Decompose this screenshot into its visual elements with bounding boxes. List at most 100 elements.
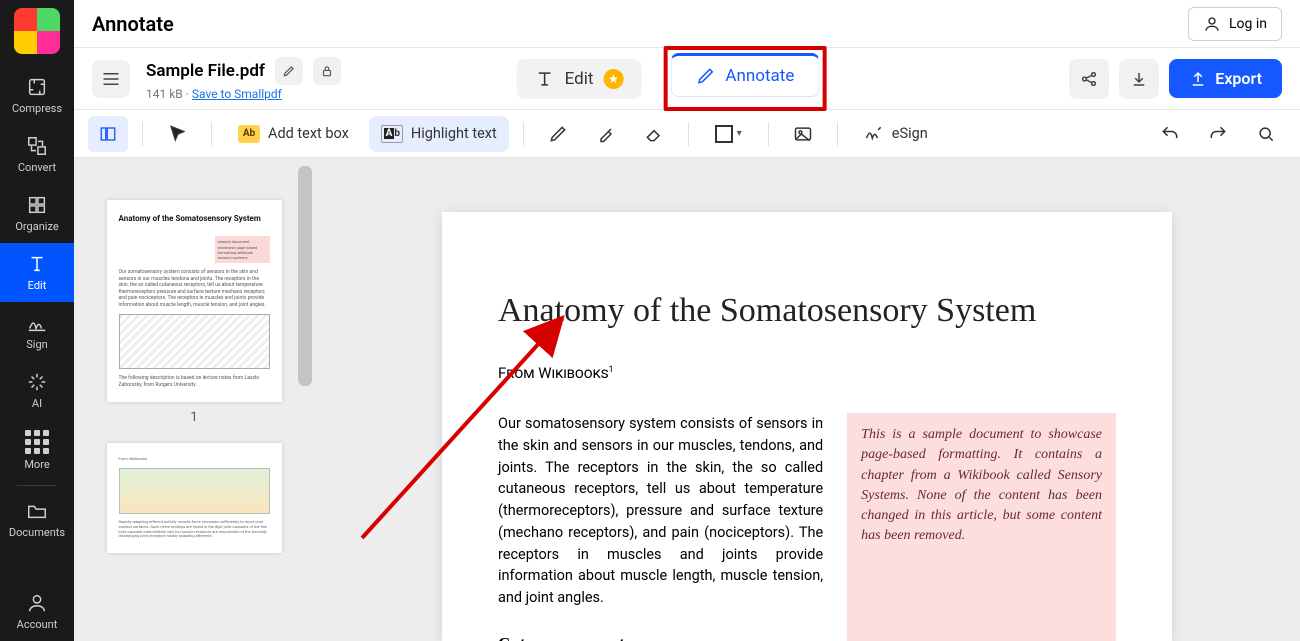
select-tool[interactable] [157,116,197,152]
sidebar-label: Organize [15,220,58,233]
workspace: Anatomy of the Somatosensory System samp… [74,158,1300,641]
highlight-label: Highlight text [411,125,497,142]
tab-annotate[interactable]: Annotate [670,53,819,97]
add-text-tool[interactable]: Ab Add text box [226,116,361,152]
export-icon [1189,70,1207,88]
highlight-tool[interactable]: Ab Highlight text [369,116,509,152]
header-actions: Export [1069,59,1282,99]
premium-star-icon: ★ [603,69,623,89]
doc-side-note: This is a sample document to showcase pa… [847,413,1116,641]
page-thumbnail-1[interactable]: Anatomy of the Somatosensory System samp… [107,200,282,402]
search-icon [1256,124,1276,144]
search-button[interactable] [1246,116,1286,152]
menu-button[interactable] [92,60,130,98]
redo-icon [1208,124,1228,144]
lock-icon [320,64,334,78]
pen-tool[interactable] [538,116,578,152]
file-name: Sample File.pdf [146,61,265,81]
hamburger-icon [102,72,120,86]
file-size: 141 kB [146,87,183,101]
download-icon [1130,70,1148,88]
compress-icon [26,76,48,98]
annotate-highlight-box: Annotate [663,46,826,111]
share-icon [1080,70,1098,88]
signature-icon [864,124,884,144]
doc-source: From Wikibooks1 [498,364,1116,383]
sidebar-item-more[interactable]: More [0,420,74,481]
page-canvas[interactable]: Anatomy of the Somatosensory System From… [314,158,1300,641]
save-link[interactable]: Save to Smallpdf [192,87,282,101]
marker-tool[interactable] [586,116,626,152]
app-sidebar: Compress Convert Organize Edit Sign AI M… [0,0,74,641]
doc-title: Anatomy of the Somatosensory System [498,292,1116,330]
rectangle-icon [715,125,733,143]
page-thumbnail-2[interactable]: From Wikibooks Rapidly adapting afferent… [107,443,282,553]
esign-tool[interactable]: eSign [852,116,940,152]
rename-button[interactable] [275,57,303,85]
export-button[interactable]: Export [1169,59,1282,98]
sidebar-item-organize[interactable]: Organize [0,184,74,243]
user-icon [1203,15,1221,33]
thumb-title: Anatomy of the Somatosensory System [119,214,270,224]
tab-annotate-label: Annotate [725,66,794,86]
file-meta: 141 kB · Save to Smallpdf [146,87,341,101]
thumbnail-scrollbar[interactable] [298,166,312,386]
eraser-icon [644,124,664,144]
convert-icon [26,135,48,157]
undo-button[interactable] [1150,116,1190,152]
pen-icon [548,124,568,144]
folder-icon [26,500,48,522]
shape-tool[interactable]: ▾ [703,116,754,152]
sidebar-item-convert[interactable]: Convert [0,125,74,184]
doc-paragraph: Our somatosensory system consists of sen… [498,413,823,609]
thumb2-figure [119,468,270,514]
thumbnail-panel: Anatomy of the Somatosensory System samp… [74,158,314,641]
sidebar-label: Compress [12,102,62,115]
thumb-figure [119,314,270,369]
tab-edit[interactable]: Edit ★ [517,59,642,99]
account-icon [26,592,48,614]
tab-edit-label: Edit [565,69,594,89]
sidebar-label: Documents [9,526,65,539]
pencil-icon [695,66,715,86]
login-label: Log in [1229,16,1267,32]
edit-mode-icon [535,69,555,89]
mode-tabs: Edit ★ Annotate [517,46,827,111]
sidebar-divider [17,485,57,486]
redo-button[interactable] [1198,116,1238,152]
lock-button[interactable] [313,57,341,85]
cursor-icon [167,124,187,144]
organize-icon [26,194,48,216]
share-button[interactable] [1069,59,1109,99]
marker-icon [596,124,616,144]
doc-heading: Cutaneous receptors [498,631,823,641]
esign-label: eSign [892,125,928,142]
sidebar-item-compress[interactable]: Compress [0,66,74,125]
titlebar: Annotate Log in [74,0,1300,48]
sidebar-item-edit[interactable]: Edit [0,243,74,302]
highlight-icon: Ab [381,125,403,143]
sidebar-label: Convert [18,161,56,174]
chevron-down-icon: ▾ [737,128,742,139]
sidebar-label: More [24,458,49,471]
thumb-note: sample document showcase page based form… [215,236,270,263]
ai-sparkle-icon [26,371,48,393]
sidebar-label: Account [17,618,58,631]
sidebar-item-ai[interactable]: AI [0,361,74,420]
sidebar-label: AI [32,397,42,410]
sidebar-label: Sign [26,338,47,351]
pdf-page-1: Anatomy of the Somatosensory System From… [442,212,1172,641]
eraser-tool[interactable] [634,116,674,152]
app-logo[interactable] [14,8,60,54]
sidebar-item-documents[interactable]: Documents [0,490,74,549]
sign-icon [26,312,48,334]
add-text-label: Add text box [268,125,349,142]
sidebar-item-account[interactable]: Account [0,582,74,641]
sidebar-label: Edit [28,279,47,292]
sidebar-item-sign[interactable]: Sign [0,302,74,361]
file-info: Sample File.pdf 141 kB · Save to Smallpd… [146,57,341,101]
download-button[interactable] [1119,59,1159,99]
image-tool[interactable] [783,116,823,152]
thumbnail-toggle[interactable] [88,116,128,152]
login-button[interactable]: Log in [1188,7,1282,41]
